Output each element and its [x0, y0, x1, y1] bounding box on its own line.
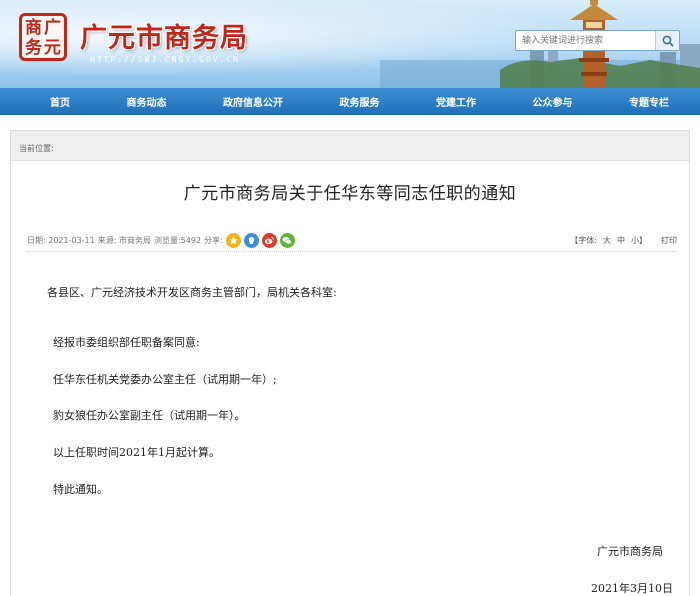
meta-date: 日期: 2021-03-11 — [27, 235, 95, 245]
meta-source: 来源: 市商务局 — [97, 235, 151, 245]
font-size-large-button[interactable]: 大 — [603, 235, 611, 246]
article-address: 各县区、广元经济技术开发区商务主管部门，局机关各科室: — [47, 286, 337, 299]
font-size-medium-button[interactable]: 中 — [617, 235, 625, 246]
main-nav: 首页 商务动态 政府信息公开 政务服务 党建工作 公众参与 专题专栏 — [0, 88, 700, 115]
logo-char-4: 元 — [44, 38, 61, 58]
site-logo[interactable]: 商 广 务 元 — [19, 13, 67, 61]
site-url: HTTP://SWJ.CNGY.GOV.CN — [90, 55, 240, 64]
nav-item-topics[interactable]: 专题专栏 — [623, 94, 675, 109]
share-tencent-icon[interactable] — [243, 232, 259, 248]
meta-share-label: 分享: — [204, 235, 223, 245]
nav-item-public[interactable]: 公众参与 — [527, 94, 579, 109]
meta-views: 浏览量:5492 — [153, 235, 202, 245]
nav-item-party[interactable]: 党建工作 — [430, 94, 482, 109]
nav-item-home[interactable]: 首页 — [44, 94, 76, 109]
article-paragraph: 以上任职时间2021年1月起计算。 — [53, 446, 220, 459]
article-paragraph: 任华东任机关党委办公室主任（试用期一年）; — [53, 373, 277, 386]
meta-divider — [27, 251, 677, 252]
font-size-control: 【字体: 大 中 小】 打印 — [564, 235, 677, 246]
logo-char-1: 商 — [25, 18, 42, 38]
nav-item-services[interactable]: 政务服务 — [334, 94, 386, 109]
search-button[interactable] — [655, 31, 679, 50]
font-size-small-button[interactable]: 小】 — [631, 235, 647, 246]
article-sign-date: 2021年3月10日 — [591, 582, 673, 595]
article-meta: 日期: 2021-03-11 来源: 市商务局 浏览量:5492 分享: 【字体… — [27, 231, 677, 249]
share-qzone-icon[interactable] — [225, 232, 241, 248]
share-wechat-icon[interactable] — [279, 232, 295, 248]
article-signature: 广元市商务局 — [597, 545, 663, 558]
nav-item-gov-info[interactable]: 政府信息公开 — [217, 94, 289, 109]
article-paragraph: 豹女狼任办公室副主任（试用期一年）。 — [53, 409, 246, 422]
nav-item-news[interactable]: 商务动态 — [121, 94, 173, 109]
logo-char-3: 务 — [25, 38, 42, 58]
logo-char-2: 广 — [44, 18, 61, 38]
print-button[interactable]: 打印 — [661, 235, 677, 246]
font-size-label: 【字体: — [570, 235, 597, 245]
search-box — [515, 30, 680, 51]
article-title: 广元市商务局关于任华东等同志任职的通知 — [183, 184, 517, 204]
breadcrumb: 当前位置: — [11, 131, 689, 161]
share-weibo-icon[interactable] — [261, 232, 277, 248]
article-container: 当前位置: 广元市商务局关于任华东等同志任职的通知 日期: 2021-03-11… — [10, 130, 690, 596]
search-icon — [662, 35, 674, 47]
article-paragraph: 特此通知。 — [53, 483, 108, 496]
site-header: 商 广 务 元 广元市商务局 HTTP://SWJ.CNGY.GOV.CN — [0, 0, 700, 88]
article-paragraph: 经报市委组织部任职备案同意: — [53, 336, 200, 349]
site-title[interactable]: 广元市商务局 — [80, 16, 248, 55]
search-input[interactable] — [516, 31, 654, 50]
